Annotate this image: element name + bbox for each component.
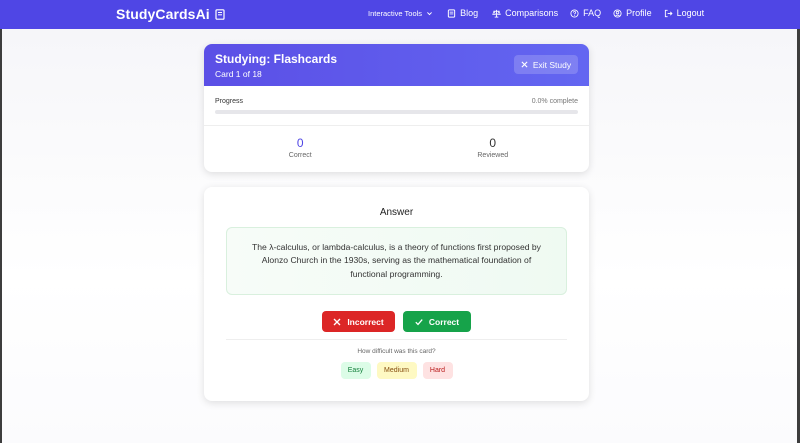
document-icon [447, 8, 456, 18]
answer-heading: Answer [379, 207, 414, 218]
exit-study-label: Exit Study [532, 59, 572, 70]
nav-logout-label: Logout [676, 8, 705, 18]
progress-bar [215, 110, 578, 114]
answer-text-box: The λ-calculus, or lambda-calculus, is a… [226, 227, 567, 295]
nav-comparisons[interactable]: Comparisons [492, 8, 558, 18]
nav-interactive-tools-label: Interactive Tools [368, 8, 423, 18]
scale-icon [492, 9, 501, 18]
correct-label: Correct [428, 316, 460, 327]
incorrect-label: Incorrect [347, 316, 384, 327]
brand-logo[interactable]: StudyCardsAi [116, 6, 225, 22]
difficulty-question: How difficult was this card? [357, 348, 436, 355]
grading-buttons: Incorrect Correct [204, 311, 589, 332]
answer-text: The λ-calculus, or lambda-calculus, is a… [252, 241, 541, 279]
difficulty-easy-button[interactable]: Easy [340, 362, 371, 379]
difficulty-options: Easy Medium Hard [204, 362, 589, 379]
study-header: Studying: Flashcards Card 1 of 18 Exit S… [204, 44, 589, 86]
study-session-card: Studying: Flashcards Card 1 of 18 Exit S… [204, 44, 589, 172]
nav-logout[interactable]: Logout [664, 8, 705, 18]
reviewed-count-label: Reviewed [477, 152, 509, 159]
check-icon [415, 318, 423, 325]
study-stats: 0 Correct 0 Reviewed [204, 126, 589, 172]
nav-interactive-tools[interactable]: Interactive Tools [368, 9, 433, 18]
stat-reviewed: 0 Reviewed [397, 126, 590, 172]
nav-faq[interactable]: FAQ [570, 8, 601, 18]
reviewed-count: 0 [489, 136, 497, 150]
divider [226, 339, 567, 340]
notebook-icon [215, 8, 225, 20]
user-circle-icon [613, 8, 622, 18]
question-circle-icon [570, 8, 579, 18]
brand-name: StudyCardsAi [116, 6, 210, 22]
correct-button[interactable]: Correct [403, 311, 471, 332]
exit-study-button[interactable]: Exit Study [514, 55, 578, 74]
chevron-down-icon [427, 11, 433, 15]
difficulty-medium-button[interactable]: Medium [376, 362, 417, 379]
nav-blog[interactable]: Blog [447, 8, 478, 18]
close-icon [521, 61, 528, 68]
progress-percent-text: 0.0% complete [531, 98, 578, 105]
difficulty-hard-button[interactable]: Hard [422, 362, 453, 379]
stat-correct: 0 Correct [204, 126, 397, 172]
nav-links: Interactive Tools Blog Comparisons FAQ P… [368, 8, 704, 18]
correct-count: 0 [296, 136, 304, 150]
incorrect-button[interactable]: Incorrect [322, 311, 395, 332]
nav-profile-label: Profile [626, 8, 652, 18]
nav-faq-label: FAQ [583, 8, 602, 18]
logout-icon [664, 9, 673, 17]
correct-count-label: Correct [288, 152, 312, 159]
top-navbar: StudyCardsAi Interactive Tools Blog Comp… [0, 0, 800, 29]
progress-section: Progress 0.0% complete [204, 86, 589, 126]
nav-blog-label: Blog [460, 8, 479, 18]
nav-comparisons-label: Comparisons [505, 8, 559, 18]
progress-label: Progress [215, 98, 244, 105]
close-icon [333, 318, 341, 325]
nav-profile[interactable]: Profile [613, 8, 652, 18]
flashcard-answer-card: Answer The λ-calculus, or lambda-calculu… [204, 187, 589, 401]
